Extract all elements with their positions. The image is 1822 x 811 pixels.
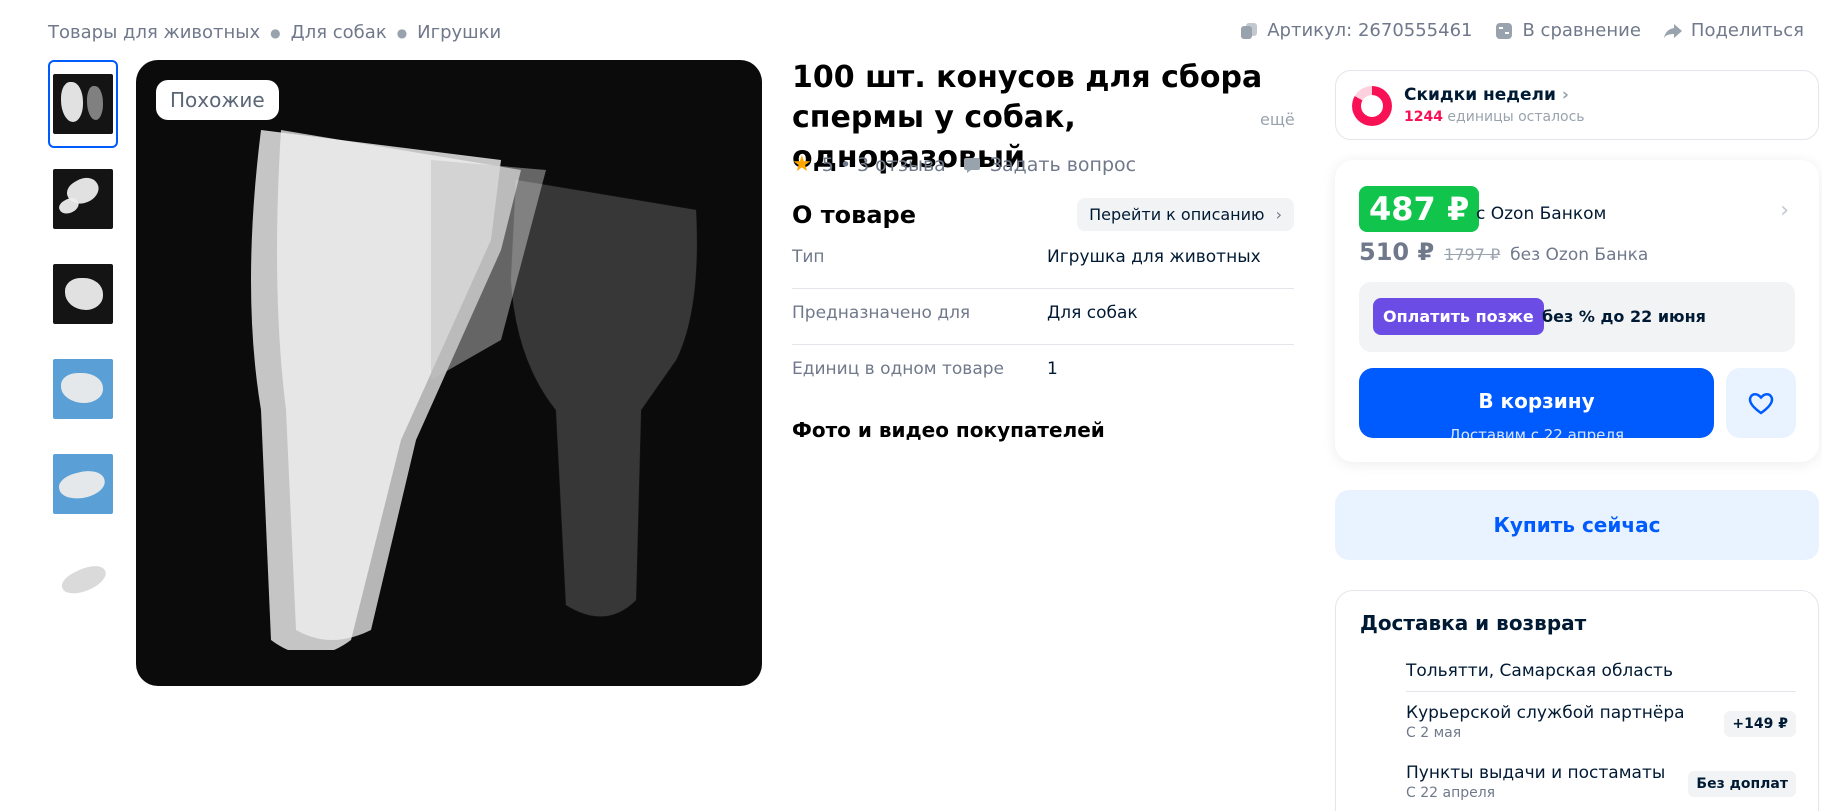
chevron-right-icon: › [1561, 85, 1569, 105]
spec-value: Для собак [1047, 303, 1138, 323]
thumbnail-image [53, 359, 113, 419]
divider [1406, 691, 1796, 692]
thumbnail-2[interactable] [48, 155, 118, 243]
title-fade [1178, 98, 1258, 138]
copy-icon [1241, 22, 1258, 39]
bank-price-label: с Ozon Банком [1476, 204, 1607, 224]
add-to-cart-label: В корзину [1478, 389, 1595, 413]
main-product-image[interactable]: Похожие [136, 60, 762, 686]
similar-button[interactable]: Похожие [156, 80, 279, 120]
compare-label: В сравнение [1522, 20, 1641, 41]
spec-key: Тип [792, 247, 825, 267]
discount-remaining: 1244 единицы осталось [1404, 109, 1585, 125]
breadcrumb-item-pets[interactable]: Товары для животных [48, 22, 260, 43]
share-label: Поделиться [1690, 20, 1804, 41]
breadcrumb: Товары для животных ● Для собак ● Игрушк… [48, 22, 501, 43]
buy-now-button[interactable]: Купить сейчас [1335, 490, 1819, 560]
about-section-header: О товаре Перейти к описанию › [792, 198, 1294, 231]
compare-icon [1496, 22, 1513, 39]
spec-value: 1 [1047, 359, 1058, 379]
breadcrumb-item-toys[interactable]: Игрушки [417, 22, 501, 43]
thumbnail-6[interactable] [48, 535, 118, 623]
share-button[interactable]: Поделиться [1663, 20, 1804, 41]
about-heading: О товаре [792, 200, 916, 229]
thumbnail-image [53, 74, 113, 134]
bank-price: 487 ₽ [1359, 186, 1480, 232]
thumbnail-4[interactable] [48, 345, 118, 433]
breadcrumb-separator: ● [270, 25, 281, 40]
delivery-option[interactable]: Пункты выдачи и постаматы С 22 апреля Бе… [1406, 763, 1796, 801]
spec-key: Предназначено для [792, 303, 971, 323]
spec-key: Единиц в одном товаре [792, 359, 1004, 379]
discount-title: Скидки недели › [1404, 85, 1569, 105]
product-photo-single-cone [510, 179, 698, 617]
weekly-discount-card[interactable]: Скидки недели › 1244 единицы осталось [1335, 70, 1819, 140]
price-card: 487 ₽ с Ozon Банком › 510 ₽ 1797 ₽ без O… [1335, 160, 1819, 462]
remaining-text: единицы осталось [1447, 109, 1585, 125]
rating-row: ★ 5 • 3 отзыва Задать вопрос [792, 152, 1136, 177]
old-price: 1797 ₽ [1444, 245, 1501, 264]
goto-description-button[interactable]: Перейти к описанию › [1077, 198, 1294, 231]
chat-icon [963, 157, 980, 173]
thumbnail-image [53, 549, 113, 609]
add-to-cart-button[interactable]: В корзину Доставим с 22 апреля [1359, 368, 1714, 438]
thumbnail-image [53, 264, 113, 324]
reviews-link[interactable]: 3 отзыва [857, 154, 946, 176]
heart-icon [1748, 392, 1774, 415]
regular-price-label: без Ozon Банка [1510, 245, 1649, 265]
customer-photos-heading: Фото и видео покупателей [792, 418, 1105, 442]
rating-value[interactable]: 5 [822, 154, 834, 176]
spec-row: Тип Игрушка для животных [792, 233, 1294, 289]
chevron-right-icon[interactable]: › [1780, 198, 1789, 223]
ask-question-button[interactable]: Задать вопрос [962, 154, 1136, 176]
discount-ring-icon [1352, 86, 1392, 126]
thumbnail-3[interactable] [48, 250, 118, 338]
delivery-option-price: Без доплат [1688, 771, 1796, 797]
breadcrumb-item-dogs[interactable]: Для собак [291, 22, 387, 43]
rating-separator: • [839, 153, 852, 176]
article-copy[interactable]: Артикул: 2670555461 [1239, 20, 1472, 41]
spec-row: Единиц в одном товаре 1 [792, 345, 1294, 401]
regular-price-row: 510 ₽ 1797 ₽ без Ozon Банка [1359, 238, 1648, 266]
regular-price: 510 ₽ [1359, 238, 1435, 266]
delivery-option-price: +149 ₽ [1724, 711, 1796, 737]
delivery-option[interactable]: Курьерской службой партнёра С 2 мая +149… [1406, 703, 1796, 741]
delivery-heading: Доставка и возврат [1360, 611, 1587, 635]
share-icon [1663, 23, 1682, 38]
pay-later-button[interactable]: Оплатить позже [1373, 298, 1544, 335]
delivery-date-hint: Доставим с 22 апреля [1449, 426, 1624, 438]
remaining-count: 1244 [1404, 109, 1443, 125]
spec-value: Игрушка для животных [1047, 247, 1261, 267]
goto-description-label: Перейти к описанию [1089, 205, 1265, 224]
thumbnail-5[interactable] [48, 440, 118, 528]
article-number: Артикул: 2670555461 [1267, 20, 1473, 41]
compare-button[interactable]: В сравнение [1494, 20, 1641, 41]
pay-later-block: Оплатить позже без % до 22 июня [1359, 282, 1795, 352]
star-icon: ★ [792, 152, 812, 177]
favorite-button[interactable] [1726, 368, 1796, 438]
top-actions: Артикул: 2670555461 В сравнение Поделить… [1239, 20, 1804, 41]
delivery-city[interactable]: Тольятти, Самарская область [1406, 661, 1673, 681]
pay-later-text: без % до 22 июня [1542, 307, 1706, 326]
thumbnail-list [48, 60, 120, 630]
thumbnail-1[interactable] [48, 60, 118, 148]
thumbnail-image [53, 169, 113, 229]
thumbnail-image [53, 454, 113, 514]
ask-question-label: Задать вопрос [989, 153, 1137, 176]
breadcrumb-separator: ● [396, 25, 408, 40]
chevron-right-icon: › [1275, 205, 1282, 224]
title-more-link[interactable]: ещё [1260, 110, 1295, 129]
delivery-card: Доставка и возврат Тольятти, Самарская о… [1335, 590, 1819, 811]
spec-row: Предназначено для Для собак [792, 289, 1294, 345]
